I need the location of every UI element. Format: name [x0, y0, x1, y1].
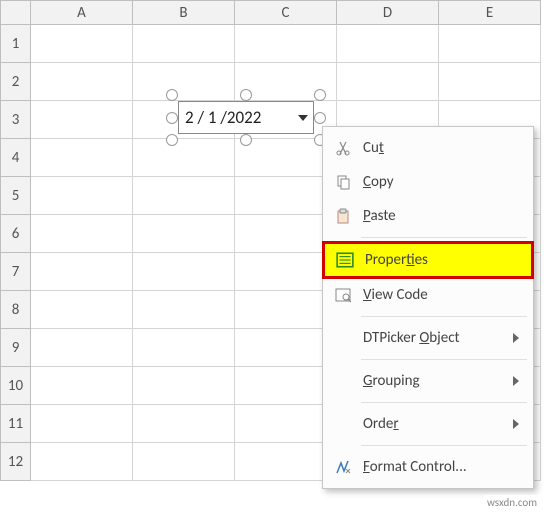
row-header[interactable]: 9 — [1, 329, 31, 367]
submenu-arrow-icon — [513, 419, 521, 429]
menu-format-control[interactable]: Format Control... — [323, 450, 533, 484]
menu-view-code[interactable]: View Code — [323, 278, 533, 312]
properties-icon — [333, 251, 357, 269]
submenu-arrow-icon — [513, 376, 521, 386]
row-header[interactable]: 7 — [1, 253, 31, 291]
row-header[interactable]: 4 — [1, 139, 31, 177]
resize-handle[interactable] — [314, 89, 326, 101]
row-header[interactable]: 11 — [1, 405, 31, 443]
menu-separator — [361, 237, 527, 238]
menu-label: View Code — [363, 286, 428, 304]
row-header[interactable]: 2 — [1, 63, 31, 101]
row-header[interactable]: 3 — [1, 101, 31, 139]
menu-order[interactable]: Order — [323, 407, 533, 441]
select-all-corner[interactable] — [1, 1, 31, 25]
row-header[interactable]: 12 — [1, 443, 31, 481]
menu-separator — [361, 402, 527, 403]
resize-handle[interactable] — [166, 89, 178, 101]
submenu-arrow-icon — [513, 333, 521, 343]
menu-separator — [361, 445, 527, 446]
format-control-icon — [331, 459, 355, 475]
resize-handle[interactable] — [240, 134, 252, 146]
col-header[interactable]: E — [439, 1, 541, 25]
resize-handle[interactable] — [314, 112, 326, 124]
row-header[interactable]: 1 — [1, 25, 31, 63]
paste-icon — [331, 208, 355, 224]
row-header[interactable]: 6 — [1, 215, 31, 253]
menu-separator — [361, 316, 527, 317]
col-header[interactable]: D — [337, 1, 439, 25]
context-menu: Cut Copy Paste Properties View Code DTPi… — [322, 126, 534, 489]
copy-icon — [331, 174, 355, 190]
watermark: wsxdn.com — [484, 495, 540, 510]
scissors-icon — [331, 140, 355, 156]
menu-properties[interactable]: Properties — [322, 241, 534, 279]
row-header[interactable]: 5 — [1, 177, 31, 215]
resize-handle[interactable] — [166, 134, 178, 146]
menu-separator — [361, 359, 527, 360]
selection-handles — [172, 95, 320, 140]
col-header[interactable]: B — [133, 1, 235, 25]
col-header[interactable]: C — [235, 1, 337, 25]
row-header[interactable]: 8 — [1, 291, 31, 329]
menu-label: DTPicker Object — [363, 329, 460, 347]
menu-label: Cut — [363, 139, 384, 157]
menu-label: Format Control... — [363, 458, 467, 476]
menu-label: Grouping — [363, 372, 420, 390]
dtpicker-control[interactable]: 2 / 1 /2022 — [172, 95, 320, 140]
menu-dtpicker-object[interactable]: DTPicker Object — [323, 321, 533, 355]
resize-handle[interactable] — [240, 89, 252, 101]
view-code-icon — [331, 287, 355, 303]
resize-handle[interactable] — [166, 112, 178, 124]
col-header[interactable]: A — [31, 1, 133, 25]
menu-copy[interactable]: Copy — [323, 165, 533, 199]
menu-label: Properties — [365, 251, 428, 269]
menu-grouping[interactable]: Grouping — [323, 364, 533, 398]
menu-paste[interactable]: Paste — [323, 199, 533, 233]
row-header[interactable]: 10 — [1, 367, 31, 405]
menu-label: Order — [363, 415, 399, 433]
menu-cut[interactable]: Cut — [323, 131, 533, 165]
menu-label: Paste — [363, 207, 396, 225]
menu-label: Copy — [363, 173, 394, 191]
